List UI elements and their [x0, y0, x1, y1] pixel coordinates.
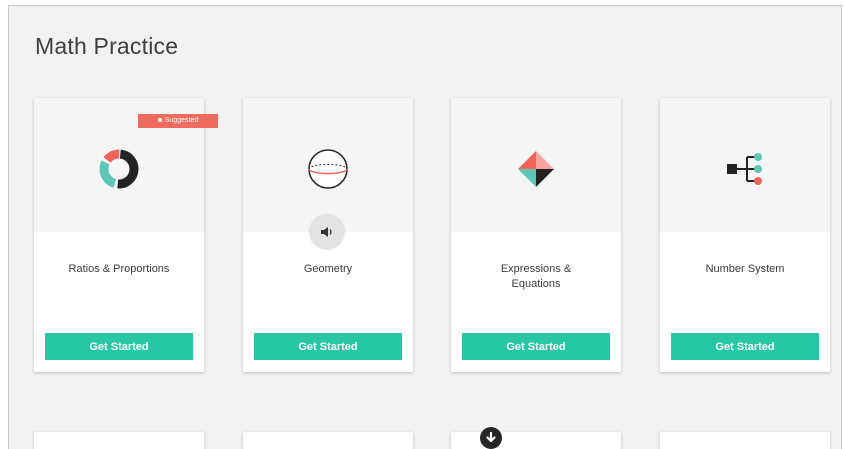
card-title: Number System [705, 263, 785, 275]
get-started-button[interactable]: Get Started [462, 333, 610, 360]
speaker-button[interactable] [310, 215, 344, 249]
speaker-icon [321, 227, 332, 237]
tree-diagram-icon [721, 145, 769, 193]
arrow-down-circle-icon [486, 432, 496, 443]
diamond-shapes-icon [512, 145, 560, 193]
donut-chart-icon [95, 145, 143, 193]
get-started-button[interactable]: Get Started [671, 333, 819, 360]
card-partial[interactable] [243, 432, 413, 449]
sphere-icon [304, 145, 352, 193]
scroll-down-button[interactable] [480, 427, 502, 449]
card-title: Ratios & Proportions [68, 263, 170, 275]
page-title: Math Practice [35, 33, 179, 59]
get-started-button[interactable]: Get Started [254, 333, 402, 360]
card-title: Geometry [303, 263, 353, 275]
card-number-system[interactable]: Number System Get Started [660, 98, 830, 372]
get-started-button[interactable]: Get Started [45, 333, 193, 360]
card-expressions-equations[interactable]: Expressions & Equations Get Started [451, 98, 621, 372]
card-partial[interactable] [34, 432, 204, 449]
card-title: Expressions & Equations [500, 263, 572, 290]
badge-dot-icon [157, 118, 162, 123]
card-image-area [451, 98, 621, 232]
card-image-area [660, 98, 830, 232]
card-ratios-proportions[interactable]: Suggested Ratios & Proportions Get Start… [34, 98, 218, 372]
app-frame: Math Practice Suggested Ratios & Proport… [8, 5, 842, 449]
suggested-badge: Suggested [138, 114, 218, 128]
card-image-area [243, 98, 413, 232]
card-geometry[interactable]: Geometry Get Started [243, 98, 413, 372]
badge-label: Suggested [164, 117, 199, 124]
card-partial[interactable] [660, 432, 830, 449]
card-partial[interactable] [451, 432, 621, 449]
